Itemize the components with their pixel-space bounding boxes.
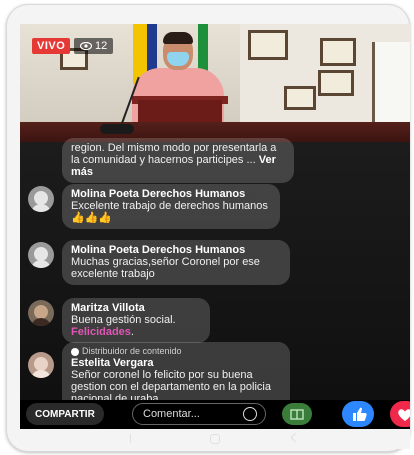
comment-text: Muchas gracias,señor Coronel por ese exc…: [71, 256, 260, 280]
avatar[interactable]: [28, 186, 54, 212]
comment-author[interactable]: Maritza Villota: [71, 302, 201, 314]
comment-text: region. Del mismo modo por presentarla a…: [71, 142, 285, 178]
like-icon[interactable]: [342, 401, 374, 427]
viewer-count-badge: 12: [74, 38, 114, 54]
app-screen: VIVO 12 region. Del mismo modo por prese…: [20, 24, 410, 429]
comment-author[interactable]: Molina Poeta Derechos Humanos: [71, 188, 271, 200]
comment-body: region. Del mismo modo por presentarla a…: [71, 142, 277, 166]
live-badge: VIVO: [32, 38, 71, 54]
wall-frame: [320, 38, 356, 66]
microphone: [100, 124, 134, 134]
comment-input[interactable]: Comentar...: [132, 403, 266, 425]
wall-frame: [318, 70, 354, 96]
gift-icon[interactable]: [282, 403, 312, 425]
comment-bubble: region. Del mismo modo por presentarla a…: [62, 138, 294, 183]
comment-placeholder: Comentar...: [143, 408, 200, 420]
badge-label: Distribuidor de contenido: [82, 346, 182, 356]
speaker-hair: [163, 32, 193, 44]
comment-bubble: Molina Poeta Derechos Humanos Excelente …: [62, 184, 280, 229]
bottom-action-bar: COMPARTIR Comentar...: [20, 400, 410, 429]
live-video[interactable]: VIVO 12: [20, 24, 410, 142]
wall-frame: [284, 86, 316, 110]
comments-list[interactable]: region. Del mismo modo por presentarla a…: [20, 138, 410, 410]
back-icon[interactable]: [290, 432, 301, 443]
comment-author[interactable]: Molina Poeta Derechos Humanos: [71, 244, 281, 256]
comment-text: Excelente trabajo de derechos humanos 👍👍…: [71, 200, 268, 224]
system-nav-bar: [20, 429, 410, 449]
comment-body: Buena gestión social.: [71, 314, 176, 326]
speaker-mask: [167, 52, 189, 66]
heart-icon[interactable]: [390, 401, 410, 427]
avatar[interactable]: [28, 300, 54, 326]
comment-bubble: Molina Poeta Derechos Humanos Muchas gra…: [62, 240, 290, 285]
viewer-count: 12: [95, 40, 108, 52]
home-icon[interactable]: [210, 434, 220, 444]
comment-text: Buena gestión social. Felicidades.: [71, 314, 201, 338]
avatar[interactable]: [28, 242, 54, 268]
comment-author[interactable]: Estelita Vergara: [71, 357, 281, 369]
recent-apps-icon[interactable]: [130, 434, 131, 443]
comment-bubble: Maritza Villota Buena gestión social. Fel…: [62, 298, 210, 343]
eye-icon: [80, 42, 92, 50]
avatar[interactable]: [28, 352, 54, 378]
smile-icon[interactable]: [243, 407, 257, 421]
share-button[interactable]: COMPARTIR: [26, 403, 104, 425]
badge-icon: [71, 347, 79, 356]
comment-punctuation: .: [130, 326, 134, 338]
wall-frame: [248, 30, 288, 60]
celebration-text: Felicidades: [71, 326, 131, 338]
content-distributor-badge: Distribuidor de contenido: [71, 346, 281, 357]
